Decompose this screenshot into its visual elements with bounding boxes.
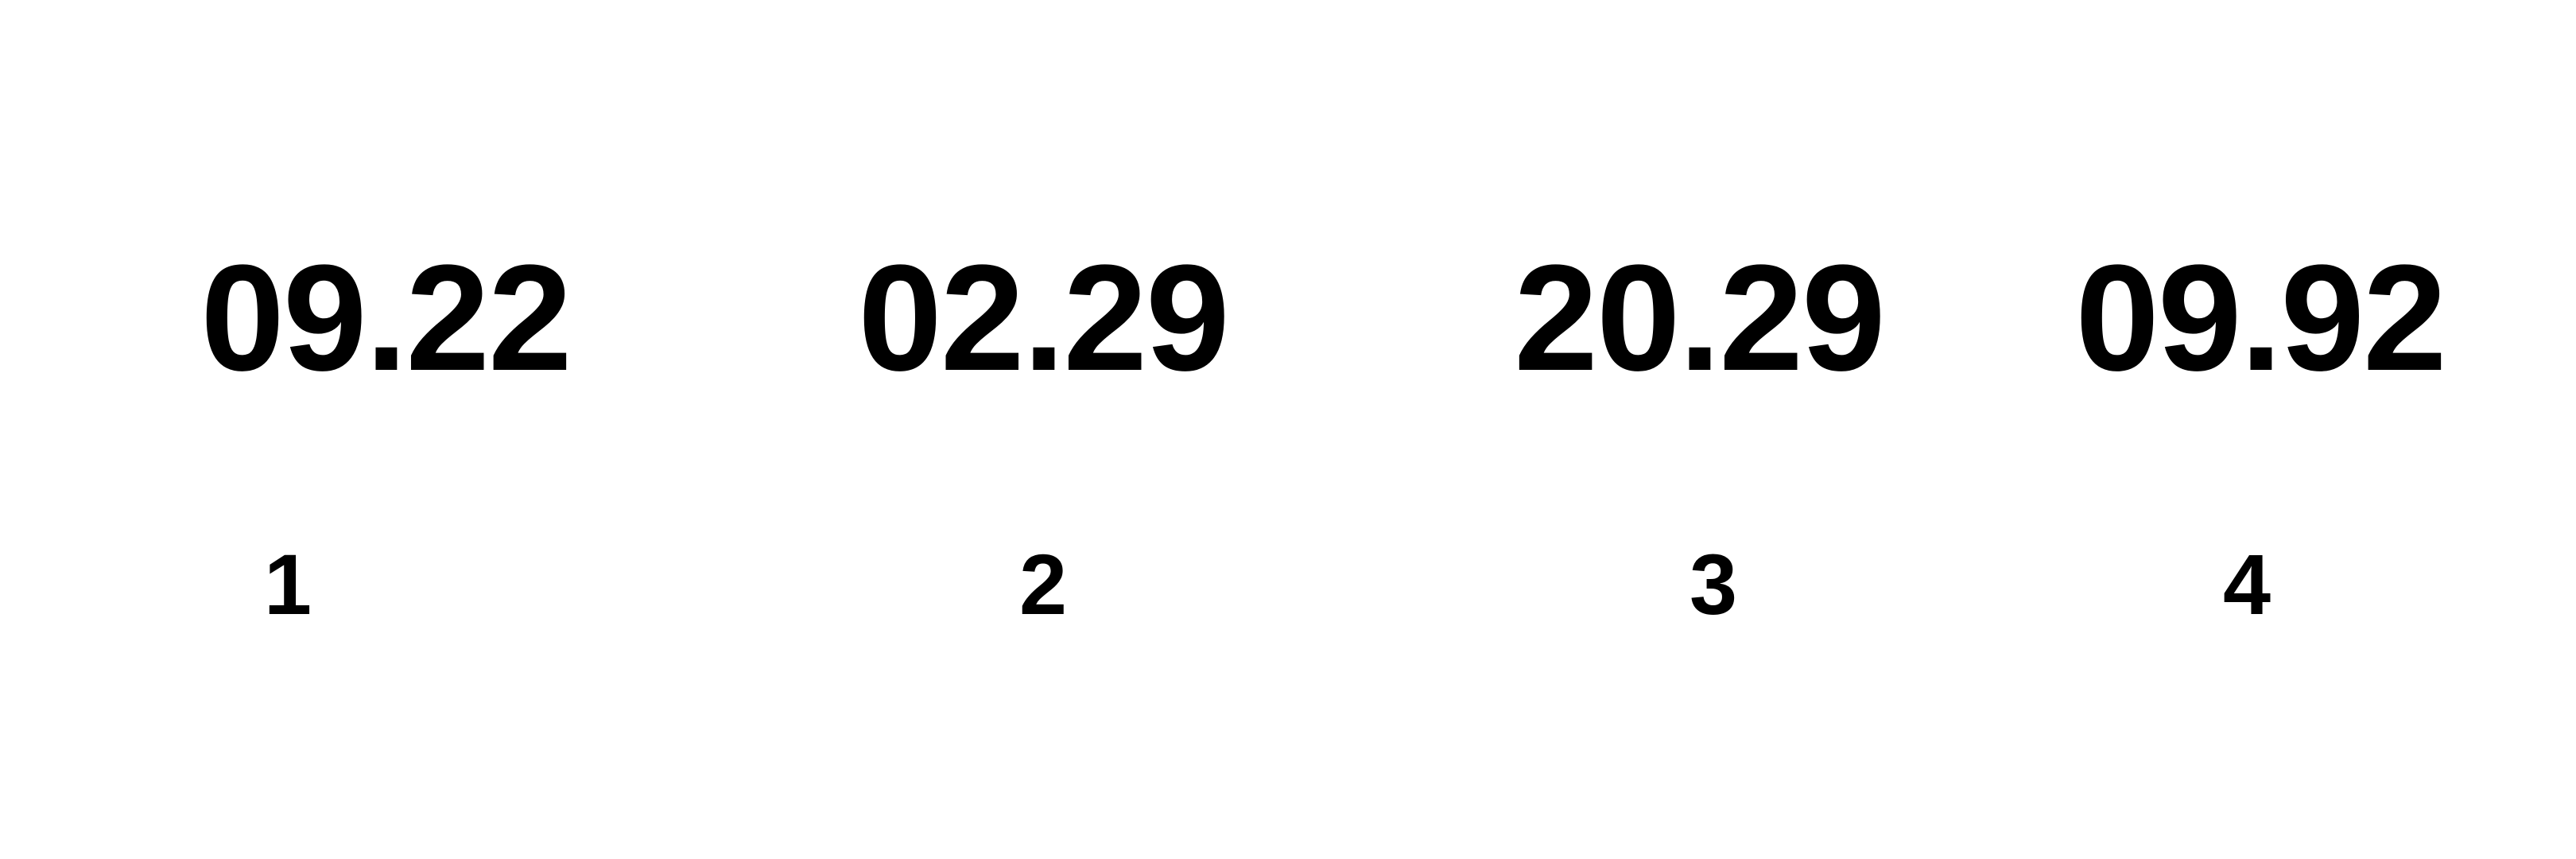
option-4-number: 09.92 <box>2075 234 2446 402</box>
option-2-label: 2 <box>1018 536 1068 632</box>
option-1-number: 09.22 <box>200 234 572 402</box>
option-2-number: 02.29 <box>858 234 1229 402</box>
puzzle-canvas: 09.22 02.29 20.29 09.92 1 2 3 4 <box>0 0 2576 859</box>
option-3-label: 3 <box>1689 536 1738 632</box>
option-1-label: 1 <box>263 536 312 632</box>
option-3-number: 20.29 <box>1514 234 1885 402</box>
option-4-label: 4 <box>2222 536 2271 632</box>
